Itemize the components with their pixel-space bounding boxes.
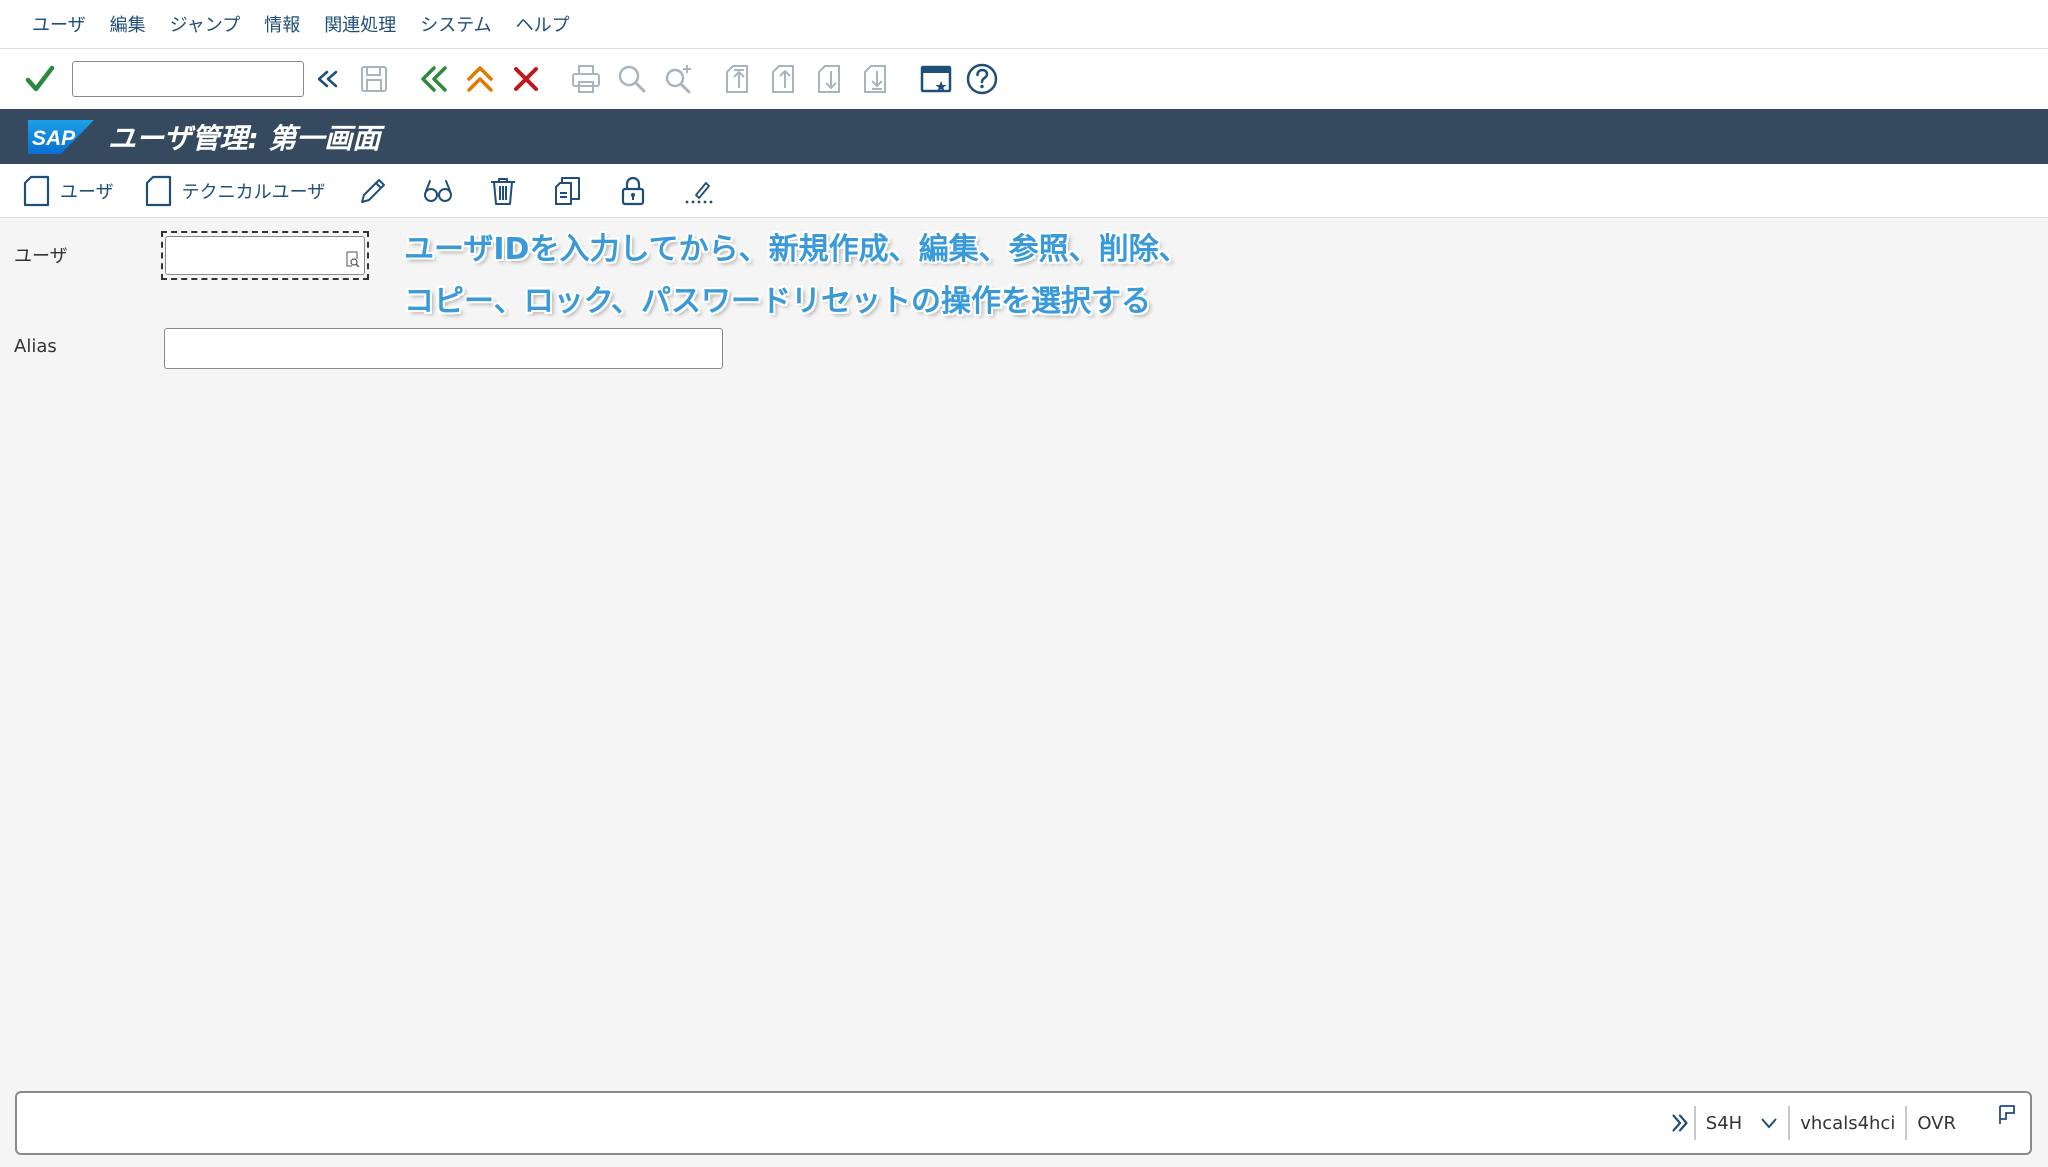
application-toolbar: ユーザ テクニカルユーザ [0,164,2048,218]
menu-related[interactable]: 関連処理 [324,11,396,37]
status-bar: S4H vhcals4hci OVR [15,1091,2032,1155]
create-technical-user-label: テクニカルユーザ [181,181,326,203]
system-id: S4H [1705,1112,1743,1134]
create-technical-user-button[interactable]: テクニカルユーザ [144,174,326,208]
value-help-icon[interactable] [344,251,360,267]
print-icon[interactable] [566,59,606,99]
input-mode[interactable]: OVR [1907,1106,1966,1140]
create-user-button[interactable]: ユーザ [22,174,114,208]
menu-info[interactable]: 情報 [264,11,300,37]
glasses-icon[interactable] [420,173,456,209]
menu-system[interactable]: システム [420,11,491,37]
sap-logo: SAP [28,119,94,154]
menu-edit[interactable]: 編集 [110,11,146,37]
find-next-icon[interactable] [658,59,698,99]
annotation-line-1: ユーザIDを入力してから、新規作成、編集、参照、削除、 [404,232,1189,267]
create-user-label: ユーザ [60,181,114,203]
svg-text:SAP: SAP [32,127,76,150]
alias-input[interactable] [164,328,723,369]
menu-user[interactable]: ユーザ [32,11,86,37]
standard-toolbar [0,49,2048,109]
menu-help[interactable]: ヘルプ [516,11,570,37]
trash-icon[interactable] [485,173,521,209]
instruction-annotation: ユーザIDを入力してから、新規作成、編集、参照、削除、 コピー、ロック、パスワー… [404,224,1264,328]
expand-history-icon[interactable] [308,59,348,99]
chevron-down-icon[interactable] [1760,1117,1778,1129]
previous-page-icon[interactable] [764,59,804,99]
find-icon[interactable] [612,59,652,99]
password-reset-icon[interactable] [680,173,716,209]
title-bar: SAP ユーザ管理: 第一画面 [0,109,2048,164]
user-input[interactable] [165,236,365,275]
document-icon [23,175,50,206]
next-page-icon[interactable] [810,59,850,99]
system-info[interactable]: S4H [1696,1106,1788,1140]
back-icon[interactable] [414,59,454,99]
alias-label: Alias [14,336,57,357]
annotation-line-2: コピー、ロック、パスワードリセットの操作を選択する [404,284,1151,319]
server-name: vhcals4hci [1800,1112,1896,1134]
user-label: ユーザ [14,246,68,267]
save-icon[interactable] [354,59,394,99]
lock-icon[interactable] [615,173,651,209]
menu-goto[interactable]: ジャンプ [170,11,241,37]
page-title: ユーザ管理: 第一画面 [108,121,381,155]
status-settings-icon[interactable] [1994,1101,2022,1129]
new-window-icon[interactable] [916,59,956,99]
check-icon[interactable] [20,59,60,99]
expand-status-icon[interactable] [1666,1109,1694,1137]
copy-icon[interactable] [550,173,586,209]
pencil-icon[interactable] [355,173,391,209]
first-page-icon[interactable] [718,59,758,99]
menu-bar: ユーザ 編集 ジャンプ 情報 関連処理 システム ヘルプ [0,0,2048,49]
last-page-icon[interactable] [856,59,896,99]
cancel-icon[interactable] [506,59,546,99]
document-icon [145,175,171,206]
command-field[interactable] [72,61,304,97]
exit-icon[interactable] [460,59,500,99]
help-icon[interactable] [962,59,1002,99]
